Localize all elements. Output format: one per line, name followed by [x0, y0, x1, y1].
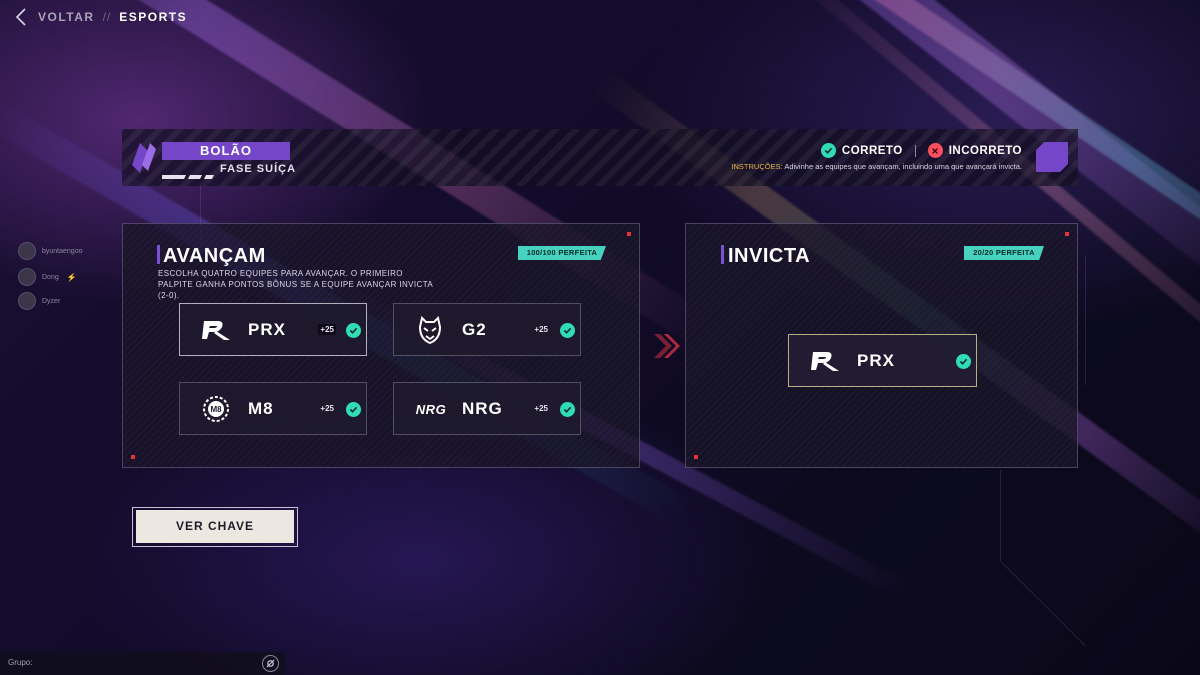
top-nav: VOLTAR // ESPORTS — [12, 8, 187, 26]
bonus-points: +25 — [534, 404, 548, 413]
corner-marker — [1065, 232, 1069, 236]
avatar — [18, 292, 36, 310]
prx-logo-icon — [200, 315, 232, 345]
bonus-points: +25 — [320, 404, 334, 413]
team-card-g2[interactable]: G2 +25 — [393, 303, 581, 356]
friend-item[interactable]: byuntaengoo — [18, 242, 82, 260]
correct-check-icon — [560, 323, 575, 338]
avatar — [18, 242, 36, 260]
page-title: BOLÃO — [162, 142, 290, 160]
arrow-right-icon — [652, 334, 680, 363]
diamond-emblem-icon — [130, 141, 158, 180]
prx-logo-icon — [809, 346, 841, 376]
page-subtitle: FASE SUÍÇA — [220, 163, 297, 175]
team-name: M8 — [248, 399, 274, 418]
correct-check-icon — [346, 323, 361, 338]
team-card-prx[interactable]: PRX +25 — [179, 303, 367, 356]
chat-settings-icon[interactable] — [262, 655, 279, 672]
instructions-label: INSTRUÇÕES: — [731, 162, 783, 171]
team-name: G2 — [462, 320, 487, 339]
bonus-points: +25 — [318, 324, 336, 335]
title-accent-bar — [157, 245, 160, 264]
team-name: PRX — [857, 351, 895, 370]
friend-name: byuntaengoo — [42, 247, 83, 255]
team-name: NRG — [462, 399, 503, 418]
back-link[interactable]: VOLTAR — [38, 10, 95, 24]
friend-item[interactable]: Dong ⚡ — [18, 268, 77, 286]
legend: CORRETO INCORRETO — [820, 143, 1022, 158]
legend-divider — [914, 144, 916, 157]
advance-panel: AVANÇAM 100/100 PERFEITA ESCOLHA QUATRO … — [122, 223, 640, 468]
team-card-prx-undefeated[interactable]: PRX — [788, 334, 977, 387]
undefeated-title: INVICTA — [728, 245, 811, 267]
g2-logo-icon — [414, 315, 446, 345]
incorrect-x-icon — [927, 143, 943, 158]
corner-marker — [627, 232, 631, 236]
chat-bar[interactable]: Grupo: — [0, 652, 285, 675]
breadcrumb-current: ESPORTS — [119, 10, 188, 24]
team-card-nrg[interactable]: NRG NRG +25 — [393, 382, 581, 435]
correct-check-icon — [956, 354, 971, 369]
advance-title: AVANÇAM — [163, 245, 266, 267]
corner-emblem-icon — [1036, 142, 1068, 177]
correct-check-icon — [560, 402, 575, 417]
back-chevron-icon[interactable] — [12, 8, 30, 26]
correct-check-icon — [346, 402, 361, 417]
game-status-icon: ⚡ — [66, 272, 77, 282]
chat-label: Grupo: — [8, 658, 33, 667]
svg-text:M8: M8 — [210, 405, 222, 414]
nrg-logo-icon: NRG — [415, 401, 447, 417]
m8-logo-icon: M8 — [200, 394, 232, 424]
legend-incorrect-label: INCORRETO — [948, 144, 1022, 157]
instructions: INSTRUÇÕES: Adivinhe as equipes que avan… — [731, 162, 1022, 171]
undefeated-panel: INVICTA 20/20 PERFEITA PRX — [685, 223, 1078, 468]
instructions-text: Adivinhe as equipes que avançam, incluin… — [784, 162, 1022, 171]
score-badge: 20/20 PERFEITA — [964, 246, 1044, 260]
friend-name: Dyzer — [42, 297, 61, 305]
correct-check-icon — [820, 143, 836, 158]
bonus-points: +25 — [534, 325, 548, 334]
friend-item[interactable]: Dyzer — [18, 292, 60, 310]
score-badge: 100/100 PERFEITA — [518, 246, 606, 260]
breadcrumb-separator: // — [102, 10, 112, 24]
corner-marker — [694, 455, 698, 459]
dash-decoration-icon — [162, 167, 218, 185]
legend-correct-label: CORRETO — [841, 144, 903, 157]
advance-description: ESCOLHA QUATRO EQUIPES PARA AVANÇAR. O P… — [158, 269, 433, 300]
team-name: PRX — [248, 320, 286, 339]
corner-marker — [131, 455, 135, 459]
view-bracket-button[interactable]: VER CHAVE — [136, 510, 294, 543]
header-banner: BOLÃO FASE SUÍÇA CORRETO INCORRETO INSTR… — [122, 129, 1078, 186]
team-card-m8[interactable]: M8 M8 +25 — [179, 382, 367, 435]
title-accent-bar — [721, 245, 724, 264]
friend-name: Dong — [42, 273, 59, 281]
avatar — [18, 268, 36, 286]
